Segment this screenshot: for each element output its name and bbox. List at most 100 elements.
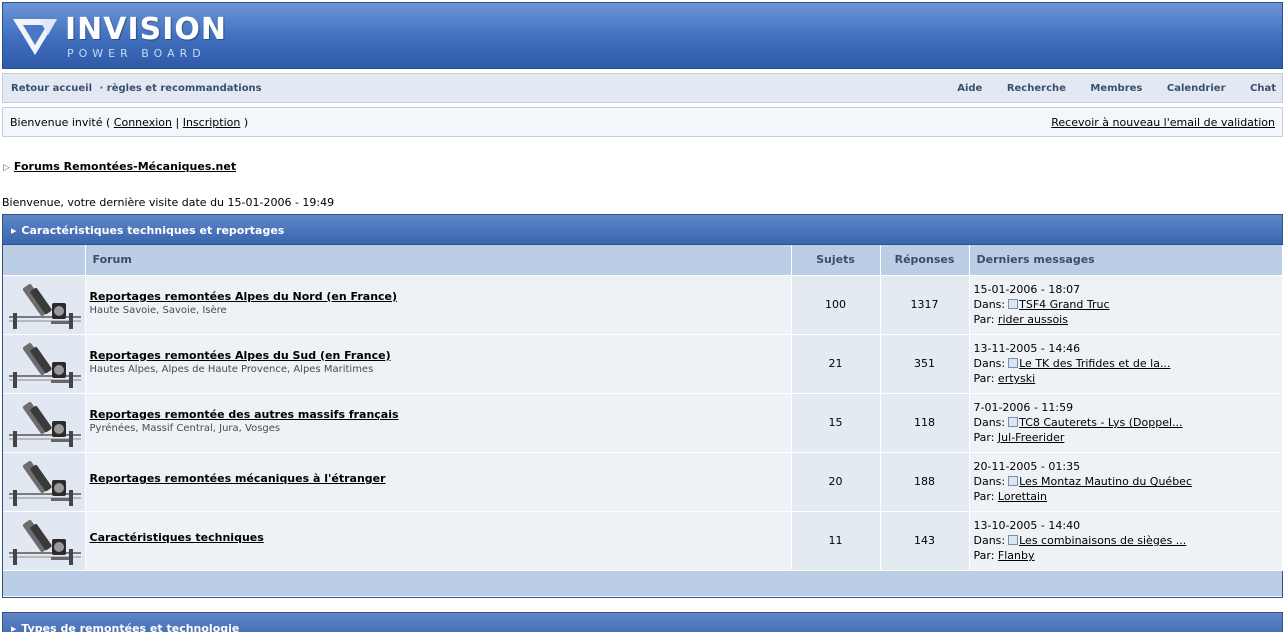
forum-replies-count: 118 [880,393,970,453]
forum-row: Reportages remontées mécaniques à l'étra… [3,452,1283,512]
invision-logo-icon[interactable] [13,17,57,57]
forum-name-cell: Reportages remontées mécaniques à l'étra… [85,452,792,512]
forum-row: Reportages remontée des autres massifs f… [3,393,1283,453]
forum-table-header: Forum Sujets Réponses Derniers messages [3,245,1283,276]
forum-name-cell: Caractéristiques techniques [85,511,792,571]
forum-icon-cell [3,452,86,512]
logo-subtitle: POWER BOARD [67,47,206,60]
chairlift-forum-icon[interactable] [7,336,83,391]
nav-calendar-link[interactable]: Calendrier [1167,83,1226,94]
category-block: ▶ Caractéristiques techniques et reportag… [2,214,1283,598]
top-navigation: Retour accueil · règles et recommandatio… [2,73,1283,103]
forum-icon-cell [3,393,86,453]
last-post-topic-link[interactable]: Le TK des Trifides et de la... [1019,357,1170,370]
category-collapse-icon-2[interactable]: ▶ [11,625,16,632]
last-post-date: 7-01-2006 - 11:59 [973,401,1074,414]
header-banner: INVISION POWER BOARD [2,2,1283,69]
forum-row: Caractéristiques techniques 11 143 13-10… [3,511,1283,571]
breadcrumb-forum-link[interactable]: Forums Remontées-Mécaniques.net [14,160,236,173]
category-header-2[interactable]: ▶ Types de remontées et technologie [3,613,1282,632]
forum-last-post: 13-10-2005 - 14:40 Dans: Les combinaisons… [969,511,1283,571]
breadcrumb-arrow-icon: ▷ [3,163,10,173]
forum-topics-count: 15 [791,393,881,453]
last-post-topic-link[interactable]: Les Montaz Mautino du Québec [1019,475,1192,488]
category-header[interactable]: ▶ Caractéristiques techniques et reportag… [3,215,1282,245]
forum-link[interactable]: Reportages remontées mécaniques à l'étra… [90,472,791,485]
last-post-date: 13-11-2005 - 14:46 [973,342,1081,355]
forum-icon-cell [3,511,86,571]
forum-link[interactable]: Reportages remontées Alpes du Sud (en Fr… [90,349,791,362]
last-post-in-label: Dans: [973,298,1006,311]
breadcrumb: ▷ Forums Remontées-Mécaniques.net [3,160,236,173]
last-post-in-label: Dans: [973,475,1006,488]
nav-rules-link[interactable]: · règles et recommandations [100,83,262,94]
forum-description: Hautes Alpes, Alpes de Haute Provence, A… [89,363,374,375]
last-post-by-label: Par: [973,431,995,444]
forum-link[interactable]: Reportages remontées Alpes du Nord (en F… [90,290,791,303]
last-post-in-label: Dans: [973,357,1006,370]
column-icon [3,245,86,276]
nav-search-link[interactable]: Recherche [1007,83,1066,94]
chairlift-forum-icon[interactable] [7,454,83,509]
forum-last-post: 7-01-2006 - 11:59 Dans: TC8 Cauterets - L… [969,393,1283,453]
last-post-icon[interactable] [1008,417,1019,427]
last-post-date: 15-01-2006 - 18:07 [973,283,1081,296]
last-post-user-link[interactable]: Flanby [998,549,1035,562]
nav-members-link[interactable]: Membres [1090,83,1142,94]
last-post-topic-link[interactable]: TC8 Cauterets - Lys (Doppel... [1019,416,1182,429]
last-post-date: 20-11-2005 - 01:35 [973,460,1081,473]
column-topics: Sujets [791,245,881,276]
welcome-suffix: ) [243,116,249,129]
column-last-messages: Derniers messages [969,245,1283,276]
nav-chat-link[interactable]: Chat [1250,83,1276,94]
forum-replies-count: 351 [880,334,970,394]
forum-replies-count: 188 [880,452,970,512]
forum-last-post: 20-11-2005 - 01:35 Dans: Les Montaz Mauti… [969,452,1283,512]
nav-home-link[interactable]: Retour accueil [11,83,92,94]
forum-description: Pyrénées, Massif Central, Jura, Vosges [89,422,281,434]
forum-topics-count: 21 [791,334,881,394]
last-post-icon[interactable] [1008,535,1019,545]
last-post-user-link[interactable]: Jul-Freerider [998,431,1064,444]
category-title[interactable]: Caractéristiques techniques et reportage… [21,224,284,237]
column-replies: Réponses [880,245,970,276]
forum-replies-count: 1317 [880,275,970,335]
forum-link[interactable]: Reportages remontée des autres massifs f… [90,408,791,421]
last-post-user-link[interactable]: ertyski [998,372,1035,385]
login-link[interactable]: Connexion [114,116,172,129]
category-collapse-icon[interactable]: ▶ [11,227,16,235]
last-post-by-label: Par: [973,549,995,562]
forum-replies-count: 143 [880,511,970,571]
category-title-2[interactable]: Types de remontées et technologie [21,622,239,632]
last-post-icon[interactable] [1008,358,1019,368]
logo-title[interactable]: INVISION [65,13,227,47]
nav-help-link[interactable]: Aide [957,83,982,94]
forum-topics-count: 11 [791,511,881,571]
register-link[interactable]: Inscription [183,116,241,129]
last-post-in-label: Dans: [973,534,1006,547]
chairlift-forum-icon[interactable] [7,277,83,332]
resend-validation-link[interactable]: Recevoir à nouveau l'email de validation [1051,116,1275,129]
forum-table: Forum Sujets Réponses Derniers messages … [3,245,1283,571]
user-bar: Bienvenue invité ( Connexion | Inscripti… [2,107,1283,137]
forum-topics-count: 20 [791,452,881,512]
chairlift-forum-icon[interactable] [7,513,83,568]
forum-icon-cell [3,275,86,335]
last-post-user-link[interactable]: Lorettain [998,490,1047,503]
last-post-in-label: Dans: [973,416,1006,429]
column-forum: Forum [85,245,792,276]
last-post-topic-link[interactable]: Les combinaisons de sièges ... [1019,534,1186,547]
forum-icon-cell [3,334,86,394]
last-post-by-label: Par: [973,372,995,385]
login-separator: | [175,116,180,129]
last-post-by-label: Par: [973,490,995,503]
category-block-2: ▶ Types de remontées et technologie [2,612,1283,632]
forum-link[interactable]: Caractéristiques techniques [90,531,791,544]
chairlift-forum-icon[interactable] [7,395,83,450]
last-post-icon[interactable] [1008,299,1019,309]
last-post-user-link[interactable]: rider aussois [998,313,1068,326]
last-post-icon[interactable] [1008,476,1019,486]
last-post-topic-link[interactable]: TSF4 Grand Truc [1019,298,1109,311]
forum-description: Haute Savoie, Savoie, Isère [89,304,227,316]
forum-name-cell: Reportages remontées Alpes du Sud (en Fr… [85,334,792,394]
